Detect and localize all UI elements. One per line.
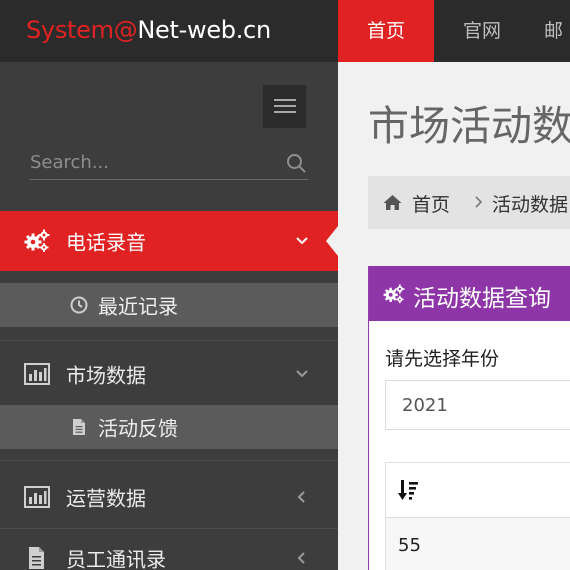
portlet-header: 活动数据查询 bbox=[369, 266, 570, 321]
file-icon bbox=[29, 547, 44, 569]
sidebar-item-market-data[interactable]: 市场数据 bbox=[0, 344, 338, 404]
home-icon bbox=[383, 195, 402, 210]
sidebar-subitem-label: 最近记录 bbox=[98, 294, 178, 319]
topnav-home[interactable]: 首页 bbox=[338, 0, 434, 62]
sidebar-subitem-label: 活动反馈 bbox=[98, 416, 178, 441]
breadcrumb-current: 活动数据 bbox=[492, 194, 569, 216]
page-title: 市场活动数据 bbox=[368, 102, 570, 150]
site-logo[interactable]: System@Net-web.cn bbox=[26, 16, 271, 44]
sidebar-item-label: 市场数据 bbox=[66, 363, 146, 388]
bar-chart-icon bbox=[24, 363, 50, 385]
hamburger-line bbox=[274, 105, 296, 107]
chevron-down-icon bbox=[296, 237, 308, 245]
bar-chart-icon bbox=[24, 486, 50, 508]
breadcrumb: 首页 活动数据 bbox=[368, 176, 570, 229]
file-icon bbox=[73, 419, 85, 435]
sidebar-subitem-activity-feedback[interactable]: 活动反馈 bbox=[0, 405, 338, 449]
query-portlet: 活动数据查询 请先选择年份 2021 55 bbox=[368, 266, 570, 570]
sidebar-item-label: 员工通讯录 bbox=[66, 547, 166, 570]
sidebar-item-operations-data[interactable]: 运营数据 bbox=[0, 467, 338, 527]
topnav-website[interactable]: 官网 bbox=[434, 0, 530, 62]
year-select[interactable]: 2021 bbox=[385, 380, 570, 430]
sidebar-subitem-recent-records[interactable]: 最近记录 bbox=[0, 283, 338, 327]
chevron-left-icon bbox=[297, 491, 305, 503]
year-field-label: 请先选择年份 bbox=[385, 348, 500, 370]
table-header[interactable] bbox=[386, 463, 570, 518]
topnav-mail-label: 邮 bbox=[544, 20, 564, 42]
search-input[interactable] bbox=[30, 146, 308, 180]
topnav-website-label: 官网 bbox=[462, 20, 501, 42]
top-navigation: 首页 官网 邮 bbox=[338, 0, 570, 62]
topnav-mail[interactable]: 邮 bbox=[544, 0, 570, 62]
cogs-icon bbox=[24, 229, 50, 252]
chevron-left-icon bbox=[297, 552, 305, 564]
chevron-down-icon bbox=[296, 370, 308, 378]
main-content: 市场活动数据 首页 活动数据 bbox=[338, 62, 570, 570]
sidebar-item-staff-directory[interactable]: 员工通讯录 bbox=[0, 528, 338, 570]
sidebar-item-label: 运营数据 bbox=[66, 486, 146, 511]
search-icon[interactable] bbox=[286, 153, 306, 173]
cogs-icon bbox=[383, 284, 405, 304]
sort-desc-icon[interactable] bbox=[398, 479, 420, 501]
chevron-right-icon bbox=[475, 196, 483, 208]
year-select-value: 2021 bbox=[402, 395, 448, 416]
sidebar-item-label: 电话录音 bbox=[66, 230, 146, 255]
logo-bar: System@Net-web.cn bbox=[0, 0, 338, 62]
table-cell: 55 bbox=[398, 535, 421, 556]
table-row: 55 bbox=[386, 518, 570, 570]
sidebar-item-phone-recording[interactable]: 电话录音 bbox=[0, 211, 338, 271]
hamburger-line bbox=[274, 99, 296, 101]
divider bbox=[0, 460, 338, 461]
hamburger-line bbox=[274, 111, 296, 113]
menu-toggle-button[interactable] bbox=[263, 85, 306, 128]
divider bbox=[0, 340, 338, 341]
portlet-title: 活动数据查询 bbox=[413, 286, 551, 312]
sidebar: 电话录音 最近记录 市场数据 bbox=[0, 62, 338, 570]
breadcrumb-home-link[interactable]: 首页 bbox=[412, 190, 450, 217]
topnav-home-label: 首页 bbox=[366, 20, 405, 42]
logo-part-2: Net-web.cn bbox=[137, 16, 271, 44]
clock-icon bbox=[70, 296, 88, 314]
data-table: 55 bbox=[385, 462, 570, 570]
logo-part-1: System@ bbox=[26, 16, 138, 44]
